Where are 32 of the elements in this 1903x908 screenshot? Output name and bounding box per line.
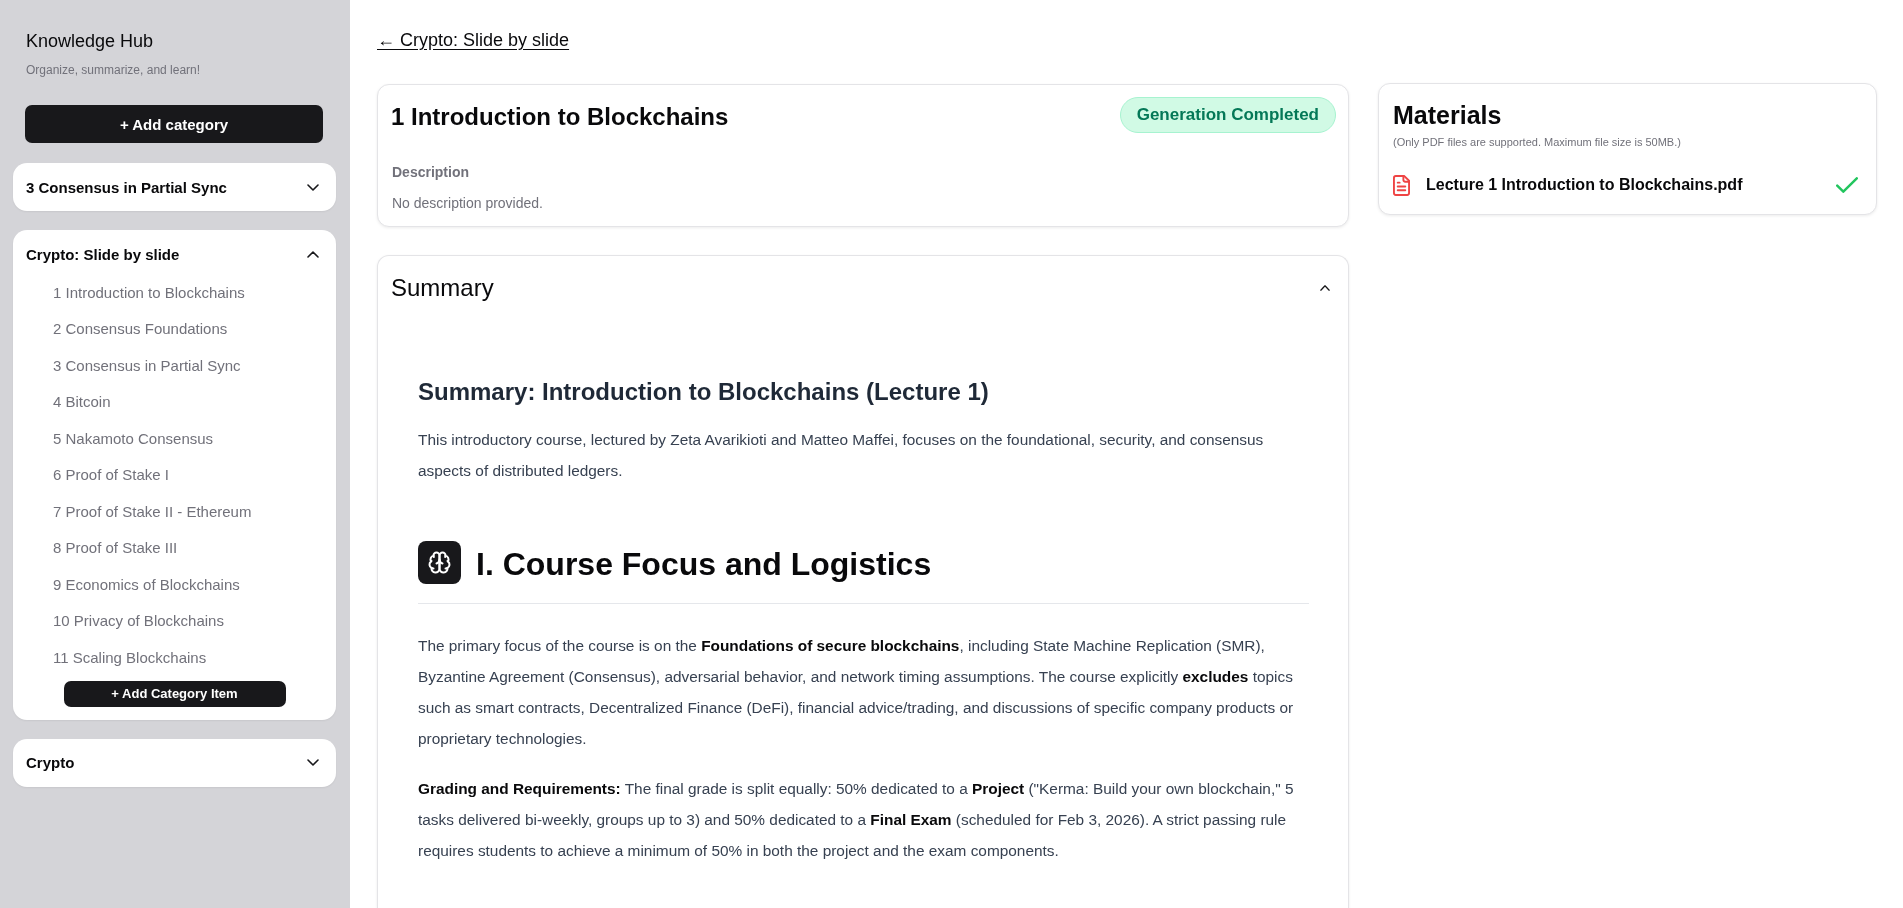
materials-note: (Only PDF files are supported. Maximum file size is 50MB.) [1393, 135, 1681, 149]
materials-title: Materials [1393, 100, 1502, 130]
summary-header[interactable]: Summary [378, 256, 1348, 320]
category-item[interactable]: 11 Scaling Blockchains [53, 639, 207, 676]
app-title: Knowledge Hub [26, 30, 154, 53]
category-header[interactable]: Crypto [13, 738, 336, 787]
add-item-button[interactable]: + Add Category Item [63, 680, 286, 707]
category-item[interactable]: 10 Privacy of Blockchains [53, 602, 224, 639]
status-badge: Generation Completed [1119, 97, 1336, 133]
category-item[interactable]: 9 Economics of Blockchains [53, 566, 240, 603]
document-icon [1393, 174, 1410, 196]
summary-paragraph: Grading and Requirements: The final grade is split equally: 50% dedicated to a Project ("Kerma: Build your own blockchain," 5 tasks delivered bi-weekly, groups up to 3) and 50% dedicated to a Final Exam (scheduled for Feb 3, 2026). A strict passing rule requires students to achieve a minimum of 50% in both the project and the exam components. [418, 779, 1295, 861]
section-heading: I. Course Focus and Logistics [476, 545, 932, 585]
summary-paragraph: This introductory course, lectured by Zeta Avarikioti and Matteo Maffei, focuses on the foundational, security, and consensus aspects of distributed ledgers. [418, 430, 1265, 481]
category-header[interactable]: 3 Consensus in Partial Sync [13, 163, 336, 211]
summary-heading: Summary: Introduction to Blockchains (Lecture 1) [418, 377, 989, 407]
category-item[interactable]: 5 Nakamoto Consensus [53, 420, 214, 457]
category-item[interactable]: 7 Proof of Stake II - Ethereum [53, 493, 252, 530]
lecture-title: 1 Introduction to Blockchains [391, 102, 729, 132]
category-item[interactable]: 8 Proof of Stake III [53, 529, 178, 566]
category-item[interactable]: 4 Bitcoin [53, 383, 111, 420]
file-name[interactable]: Lecture 1 Introduction to Blockchains.pdf [1426, 176, 1820, 194]
category-item[interactable]: 6 Proof of Stake I [53, 456, 169, 493]
category-item[interactable]: 3 Consensus in Partial Sync [53, 347, 241, 384]
category-item[interactable]: 2 Consensus Foundations [53, 310, 228, 347]
brain-icon [418, 540, 461, 584]
app-subtitle: Organize, summarize, and learn! [26, 63, 201, 77]
description-text: No description provided. [392, 194, 543, 213]
description-label: Description [392, 163, 469, 182]
summary-paragraph: The primary focus of the course is on the Foundations of secure blockchains, including State Machine Replication (SMR), Byzantine Agreement (Consensus), adversarial behavior, and network timing assumptions. The course explicitly excludes topics such as smart contracts, Decentralized Finance (DeFi), financial advice/trading, and discussions of specific company products or proprietary technologies. [418, 636, 1295, 749]
add-category-button[interactable]: + Add category [25, 105, 323, 143]
back-link[interactable]: ← Crypto: Slide by slide [377, 29, 570, 51]
